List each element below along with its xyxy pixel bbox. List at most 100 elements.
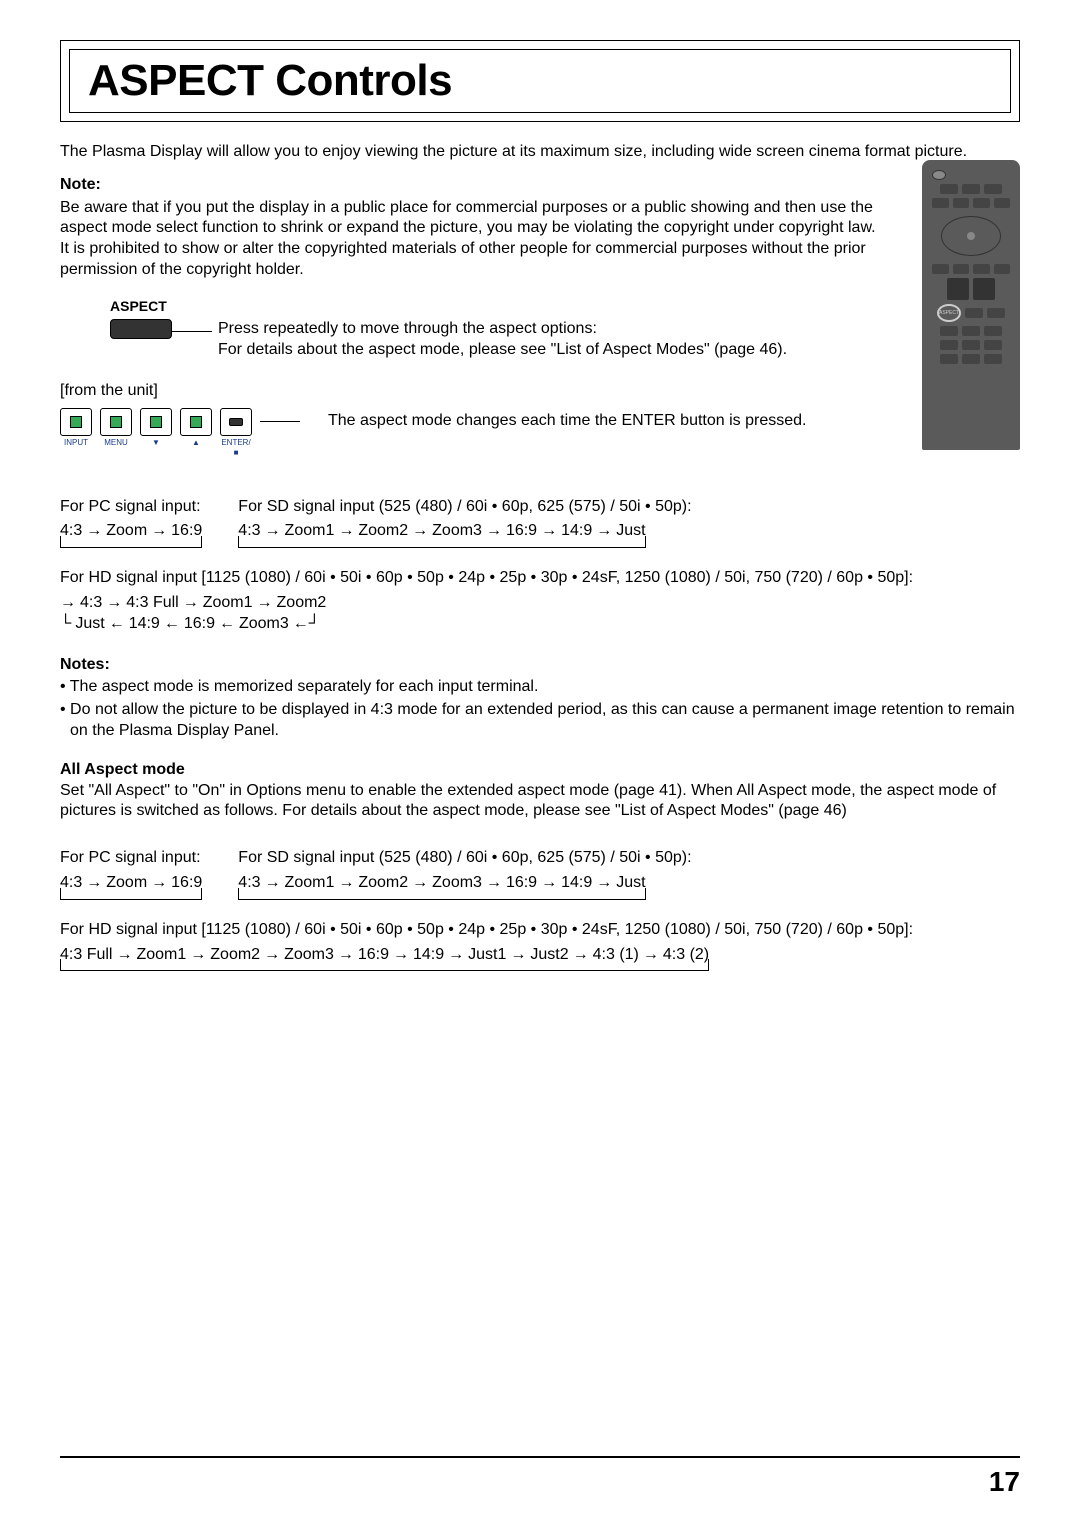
aa-pc-0: 4:3	[60, 873, 82, 894]
arrow-icon: →	[264, 945, 280, 966]
aa-hd-6: Just1	[468, 945, 506, 966]
arrow-icon: →	[106, 593, 122, 614]
pc-c0: 4:3	[60, 521, 82, 542]
aa-hd-block: For HD signal input [1125 (1080) / 60i •…	[60, 920, 1020, 966]
hd-cycle: → 4:3→ 4:3 Full→ Zoom1→ Zoom2 └ Just← 14…	[60, 593, 326, 635]
arrow-icon: ←	[164, 614, 180, 635]
arrow-icon: →	[86, 521, 102, 542]
arrow-icon: →	[541, 873, 557, 894]
arrow-icon: →	[116, 945, 132, 966]
arrow-icon: →	[60, 593, 76, 614]
pc-signal-label: For PC signal input:	[60, 497, 202, 518]
pc-cycle: 4:3 → Zoom → 16:9	[60, 517, 202, 542]
hd-b1: 14:9	[129, 614, 160, 635]
arrow-icon: →	[257, 593, 273, 614]
arrow-icon: →	[596, 521, 612, 542]
note-item-1: • Do not allow the picture to be display…	[60, 700, 1020, 742]
arrow-icon: →	[265, 521, 281, 542]
arrow-icon: →	[541, 521, 557, 542]
aa-sd-5: 14:9	[561, 873, 592, 894]
arrow-icon: →	[412, 521, 428, 542]
leader-line-icon	[260, 421, 300, 422]
unit-label-menu: MENU	[100, 438, 132, 459]
hd-a0: 4:3	[80, 593, 102, 614]
arrow-icon: →	[151, 873, 167, 894]
aa-sd-block: For SD signal input (525 (480) / 60i • 6…	[238, 848, 691, 894]
all-aspect-text: Set "All Aspect" to "On" in Options menu…	[60, 781, 1020, 823]
aa-pc-1: Zoom	[106, 873, 147, 894]
remote-led-icon	[932, 170, 946, 180]
aa-sd-cycle: 4:3→ Zoom1→ Zoom2→ Zoom3→ 16:9→ 14:9→ Ju…	[238, 869, 645, 894]
remote-aspect-button[interactable]: ASPECT	[937, 304, 961, 322]
arrow-icon: →	[573, 945, 589, 966]
aspect-label: ASPECT	[110, 297, 860, 315]
unit-input-button[interactable]	[60, 408, 92, 436]
page-title: ASPECT Controls	[88, 56, 992, 106]
hd-a2: Zoom1	[203, 593, 253, 614]
notes-section: Notes: • The aspect mode is memorized se…	[60, 655, 1020, 742]
content: The Plasma Display will allow you to enj…	[60, 142, 1020, 965]
sd-c1: Zoom1	[285, 521, 335, 542]
hd-a3: Zoom2	[277, 593, 327, 614]
aa-sd-3: Zoom3	[432, 873, 482, 894]
aa-hd-4: 16:9	[358, 945, 389, 966]
aspect-remote-button[interactable]	[110, 319, 172, 339]
arrow-icon: →	[265, 873, 281, 894]
sd-c0: 4:3	[238, 521, 260, 542]
sd-signal-block: For SD signal input (525 (480) / 60i • 6…	[238, 497, 691, 543]
from-unit-label: [from the unit]	[60, 381, 1020, 402]
arrow-icon: →	[86, 873, 102, 894]
intro-text: The Plasma Display will allow you to enj…	[60, 142, 1020, 163]
arrow-icon: →	[448, 945, 464, 966]
aa-hd-8: 4:3 (1)	[593, 945, 639, 966]
unit-button-labels: INPUT MENU ▼ ▲ ENTER/■	[60, 438, 1020, 459]
aa-pc-cycle: 4:3→ Zoom→ 16:9	[60, 869, 202, 894]
arrow-icon: →	[643, 945, 659, 966]
sd-signal-label: For SD signal input (525 (480) / 60i • 6…	[238, 497, 691, 518]
unit-button-row: The aspect mode changes each time the EN…	[60, 408, 1020, 436]
unit-label-enter: ENTER/■	[220, 438, 252, 459]
sd-c6: Just	[616, 521, 645, 542]
note-heading: Note:	[60, 175, 1020, 196]
aspect-line2: For details about the aspect mode, pleas…	[218, 340, 787, 361]
aspect-instructions: Press repeatedly to move through the asp…	[218, 319, 787, 361]
remote-dpad-icon	[941, 216, 1001, 256]
footer-rule	[60, 1456, 1020, 1458]
remote-control-illustration: ASPECT	[922, 160, 1020, 450]
arrow-icon: ←	[219, 614, 235, 635]
aspect-line1: Press repeatedly to move through the asp…	[218, 319, 787, 340]
aa-hd-cycle: 4:3 Full→ Zoom1→ Zoom2→ Zoom3→ 16:9→ 14:…	[60, 941, 709, 966]
arrow-icon: →	[151, 521, 167, 542]
aa-hd-1: Zoom1	[136, 945, 186, 966]
arrow-icon: →	[596, 873, 612, 894]
aspect-button-group: ASPECT Press repeatedly to move through …	[60, 297, 860, 339]
hd-a1: 4:3 Full	[126, 593, 178, 614]
aa-sd-1: Zoom1	[285, 873, 335, 894]
aa-sd-6: Just	[616, 873, 645, 894]
unit-down-button[interactable]	[140, 408, 172, 436]
arrow-icon: →	[190, 945, 206, 966]
title-frame: ASPECT Controls	[60, 40, 1020, 122]
unit-label-input: INPUT	[60, 438, 92, 459]
note-text: Be aware that if you put the display in …	[60, 198, 880, 281]
unit-menu-button[interactable]	[100, 408, 132, 436]
aa-hd-7: Just2	[530, 945, 568, 966]
unit-enter-button[interactable]	[220, 408, 252, 436]
aa-sd-4: 16:9	[506, 873, 537, 894]
aa-pc-block: For PC signal input: 4:3→ Zoom→ 16:9	[60, 848, 202, 894]
arrow-icon: →	[486, 873, 502, 894]
pc-c2: 16:9	[171, 521, 202, 542]
unit-up-button[interactable]	[180, 408, 212, 436]
aa-pc-label: For PC signal input:	[60, 848, 202, 869]
arrow-icon: ←	[109, 614, 125, 635]
arrow-icon: →	[412, 873, 428, 894]
aa-pc-2: 16:9	[171, 873, 202, 894]
aa-hd-0: 4:3 Full	[60, 945, 112, 966]
all-aspect-section: All Aspect mode Set "All Aspect" to "On"…	[60, 760, 1020, 822]
sd-c3: Zoom3	[432, 521, 482, 542]
sd-cycle: 4:3→ Zoom1→ Zoom2→ Zoom3→ 16:9→ 14:9→ Ju…	[238, 517, 645, 542]
aa-hd-2: Zoom2	[210, 945, 260, 966]
unit-text: The aspect mode changes each time the EN…	[328, 411, 806, 432]
arrow-icon: →	[393, 945, 409, 966]
all-aspect-heading: All Aspect mode	[60, 760, 1020, 781]
